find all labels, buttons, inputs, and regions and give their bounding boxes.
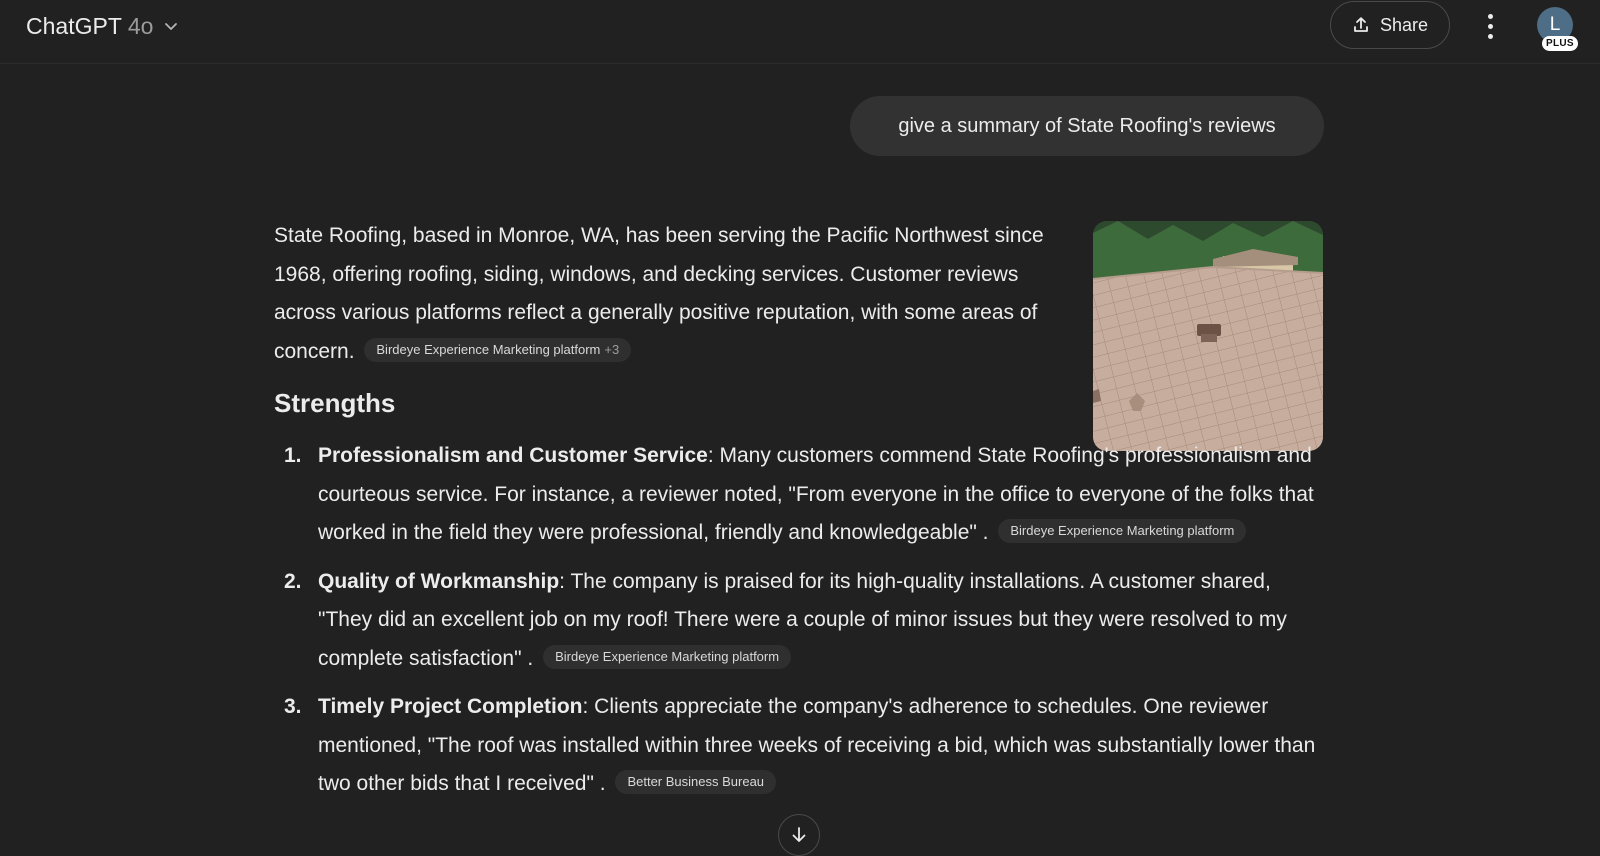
share-label: Share bbox=[1379, 14, 1429, 35]
source-name: Birdeye Experience Marketing platform bbox=[555, 648, 780, 664]
list-item-number: 1. bbox=[284, 444, 302, 467]
source-citation-chip[interactable]: Birdeye Experience Marketing platform bbox=[543, 644, 792, 669]
assistant-response: State Roofing, based in Monroe, WA, has … bbox=[274, 217, 1326, 814]
model-version: 4o bbox=[127, 12, 154, 39]
list-item-title: Professionalism and Customer Service bbox=[318, 444, 708, 467]
source-citation-chip[interactable]: Birdeye Experience Marketing platform bbox=[998, 519, 1247, 544]
avatar-initial: L bbox=[1549, 14, 1561, 35]
list-item: 3. Timely Project Completion: Clients ap… bbox=[274, 688, 1326, 804]
share-button[interactable]: Share bbox=[1330, 1, 1450, 49]
response-intro: State Roofing, based in Monroe, WA, has … bbox=[274, 217, 1054, 371]
list-item-title: Timely Project Completion bbox=[318, 695, 583, 718]
list-item-number: 2. bbox=[284, 569, 302, 593]
user-message-text: give a summary of State Roofing's review… bbox=[898, 114, 1276, 137]
user-message: give a summary of State Roofing's review… bbox=[850, 96, 1324, 156]
list-item: 2. Quality of Workmanship: The company i… bbox=[274, 563, 1326, 679]
chevron-down-icon bbox=[165, 23, 178, 30]
more-vertical-icon[interactable] bbox=[1476, 10, 1504, 42]
source-name: Birdeye Experience Marketing platform bbox=[376, 341, 601, 357]
arrow-down-icon bbox=[792, 827, 806, 842]
strengths-list: 1. Professionalism and Customer Service:… bbox=[274, 437, 1326, 804]
top-bar: ChatGPT 4o Share L PLUS bbox=[0, 0, 1600, 64]
plan-badge: PLUS bbox=[1542, 36, 1578, 51]
scroll-to-bottom-button[interactable] bbox=[778, 814, 820, 856]
source-more-count: +3 bbox=[604, 341, 620, 357]
source-citation-chip[interactable]: Birdeye Experience Marketing platform +3 bbox=[364, 337, 632, 362]
source-name: Better Business Bureau bbox=[627, 774, 765, 790]
source-name: Birdeye Experience Marketing platform bbox=[1010, 523, 1235, 539]
list-item-number: 3. bbox=[284, 695, 302, 718]
model-selector[interactable]: ChatGPT 4o bbox=[26, 12, 179, 40]
upload-icon bbox=[1354, 17, 1368, 32]
section-heading: Strengths bbox=[274, 388, 396, 418]
list-item-title: Quality of Workmanship bbox=[318, 569, 560, 593]
list-item: 1. Professionalism and Customer Service:… bbox=[274, 437, 1326, 553]
source-citation-chip[interactable]: Better Business Bureau bbox=[615, 770, 777, 795]
app-name: ChatGPT bbox=[26, 12, 122, 39]
